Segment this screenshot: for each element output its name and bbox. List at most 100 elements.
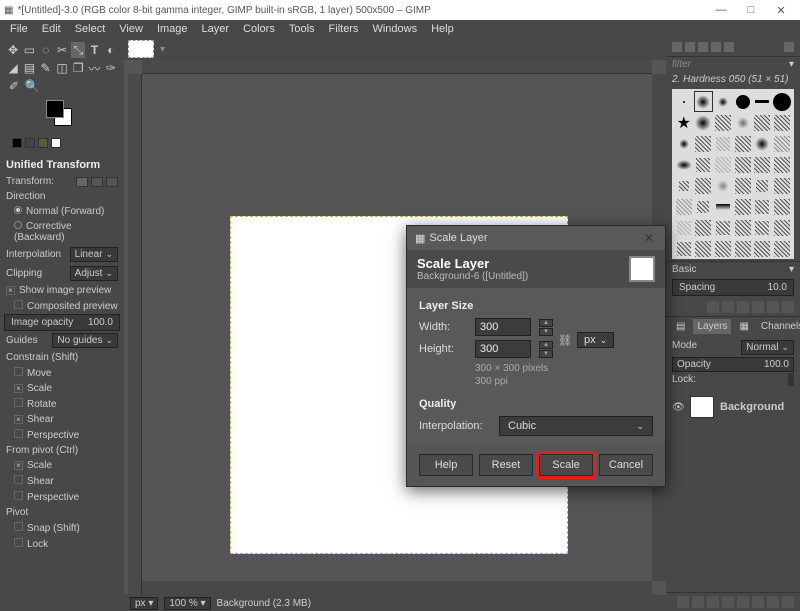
- mode-dropdown[interactable]: Normal ⌄: [741, 340, 794, 355]
- layer-name[interactable]: Background: [720, 401, 784, 413]
- composited-checkbox[interactable]: [14, 300, 23, 309]
- free-select-tool-icon[interactable]: ◌: [39, 42, 53, 58]
- layer-group-icon[interactable]: [692, 596, 704, 608]
- window-close-button[interactable]: ✕: [766, 4, 796, 17]
- constrain-shear-checkbox[interactable]: ×: [14, 415, 23, 424]
- move-tool-icon[interactable]: ✥: [6, 42, 20, 58]
- fg-bg-color-widget[interactable]: [46, 100, 86, 132]
- constrain-perspective-checkbox[interactable]: [14, 429, 23, 438]
- interpolation-dropdown[interactable]: Linear⌄: [70, 247, 118, 262]
- layer-merge-icon[interactable]: [752, 596, 764, 608]
- bucket-fill-tool-icon[interactable]: ◢: [6, 60, 20, 76]
- tab-channels-icon[interactable]: ▦: [735, 319, 752, 334]
- eraser-tool-icon[interactable]: ◫: [55, 60, 69, 76]
- menu-select[interactable]: Select: [69, 21, 112, 37]
- menu-tools[interactable]: Tools: [283, 21, 321, 37]
- image-tab-thumbnail[interactable]: [128, 40, 154, 58]
- menu-colors[interactable]: Colors: [237, 21, 281, 37]
- dock-tab-patterns-icon[interactable]: [685, 42, 695, 52]
- menu-edit[interactable]: Edit: [36, 21, 67, 37]
- show-preview-checkbox[interactable]: ×: [6, 286, 15, 295]
- brush-spacing-slider[interactable]: Spacing 10.0: [672, 279, 794, 296]
- brush-duplicate-icon[interactable]: [737, 301, 749, 313]
- dock-tab-brushes-icon[interactable]: [672, 42, 682, 52]
- brush-new-icon[interactable]: [722, 301, 734, 313]
- status-zoom-dropdown[interactable]: 100 % ▾: [164, 597, 210, 610]
- constrain-scale-checkbox[interactable]: ×: [14, 384, 23, 393]
- width-input[interactable]: [475, 318, 531, 336]
- snap-checkbox[interactable]: [14, 522, 23, 531]
- color-picker-tool-icon[interactable]: ✐: [6, 78, 22, 94]
- layer-delete-icon[interactable]: [782, 596, 794, 608]
- dock-tab-fonts-icon[interactable]: [698, 42, 708, 52]
- brush-refresh-icon[interactable]: [767, 301, 779, 313]
- guides-dropdown[interactable]: No guides⌄: [52, 333, 118, 348]
- swatch-grey[interactable]: [25, 138, 35, 148]
- chain-link-icon[interactable]: ⛓: [559, 324, 571, 356]
- opacity-value[interactable]: 100.0: [764, 359, 789, 370]
- clipping-dropdown[interactable]: Adjust⌄: [70, 266, 118, 281]
- lock-alpha-icon[interactable]: [792, 373, 794, 386]
- dock-tab-more-icon[interactable]: [724, 42, 734, 52]
- layer-item[interactable]: 👁 Background: [672, 393, 794, 421]
- brush-grid[interactable]: ★: [672, 89, 794, 259]
- brush-filter-tags-icon[interactable]: ▾: [789, 59, 794, 70]
- brush-tag-basic[interactable]: Basic: [672, 264, 696, 275]
- cancel-button[interactable]: Cancel: [599, 454, 653, 476]
- gradient-tool-icon[interactable]: ▤: [22, 60, 36, 76]
- swatch-olive[interactable]: [38, 138, 48, 148]
- pivot-perspective-checkbox[interactable]: [14, 491, 23, 500]
- constrain-move-checkbox[interactable]: [14, 367, 23, 376]
- menu-layer[interactable]: Layer: [196, 21, 236, 37]
- pivot-shear-checkbox[interactable]: [14, 475, 23, 484]
- tab-channels[interactable]: Channels: [757, 319, 800, 334]
- unified-transform-tool-icon[interactable]: ⤡: [71, 42, 85, 58]
- layer-mask-icon[interactable]: [767, 596, 779, 608]
- brush-open-as-image-icon[interactable]: [782, 301, 794, 313]
- help-button[interactable]: Help: [419, 454, 473, 476]
- constrain-rotate-checkbox[interactable]: [14, 398, 23, 407]
- layer-thumbnail[interactable]: [690, 396, 714, 418]
- image-tab-menu-icon[interactable]: ▾: [160, 44, 165, 55]
- menu-view[interactable]: View: [113, 21, 149, 37]
- layer-visibility-icon[interactable]: 👁: [672, 402, 684, 413]
- height-spin-up[interactable]: ▴: [539, 341, 553, 349]
- horizontal-ruler[interactable]: [142, 60, 652, 74]
- zoom-tool-icon[interactable]: 🔍: [24, 78, 40, 94]
- smudge-tool-icon[interactable]: 〰: [87, 60, 101, 76]
- menu-filters[interactable]: Filters: [323, 21, 365, 37]
- layer-up-icon[interactable]: [707, 596, 719, 608]
- rect-select-tool-icon[interactable]: ▭: [22, 42, 36, 58]
- tab-layers-icon[interactable]: ▤: [672, 319, 689, 334]
- canvas-horizontal-scrollbar[interactable]: [142, 581, 652, 595]
- crop-tool-icon[interactable]: ✂: [55, 42, 69, 58]
- dock-menu-icon[interactable]: [784, 42, 794, 52]
- lock-checkbox[interactable]: [14, 538, 23, 547]
- path-tool-icon[interactable]: ✑: [104, 60, 118, 76]
- layer-duplicate-icon[interactable]: [737, 596, 749, 608]
- brush-delete-icon[interactable]: [752, 301, 764, 313]
- swatch-white[interactable]: [51, 138, 61, 148]
- fg-color-swatch[interactable]: [46, 100, 64, 118]
- height-spin-down[interactable]: ▾: [539, 350, 553, 358]
- warp-tool-icon[interactable]: ◐: [104, 42, 118, 58]
- width-spin-up[interactable]: ▴: [539, 319, 553, 327]
- reset-button[interactable]: Reset: [479, 454, 533, 476]
- menu-file[interactable]: File: [4, 21, 34, 37]
- swatch-black[interactable]: [12, 138, 22, 148]
- pivot-scale-checkbox[interactable]: ×: [14, 461, 23, 470]
- interp-dropdown[interactable]: Cubic⌄: [499, 416, 653, 436]
- menu-windows[interactable]: Windows: [366, 21, 423, 37]
- clone-tool-icon[interactable]: ❐: [71, 60, 85, 76]
- width-spin-down[interactable]: ▾: [539, 328, 553, 336]
- dock-tab-history-icon[interactable]: [711, 42, 721, 52]
- window-maximize-button[interactable]: □: [736, 4, 766, 16]
- layer-new-icon[interactable]: [677, 596, 689, 608]
- scale-button[interactable]: Scale: [539, 454, 593, 476]
- height-input[interactable]: [475, 340, 531, 358]
- direction-corrective-radio[interactable]: [14, 221, 22, 229]
- layer-down-icon[interactable]: [722, 596, 734, 608]
- brush-filter-label[interactable]: filter: [672, 59, 691, 70]
- vertical-ruler[interactable]: [128, 74, 142, 597]
- menu-image[interactable]: Image: [151, 21, 194, 37]
